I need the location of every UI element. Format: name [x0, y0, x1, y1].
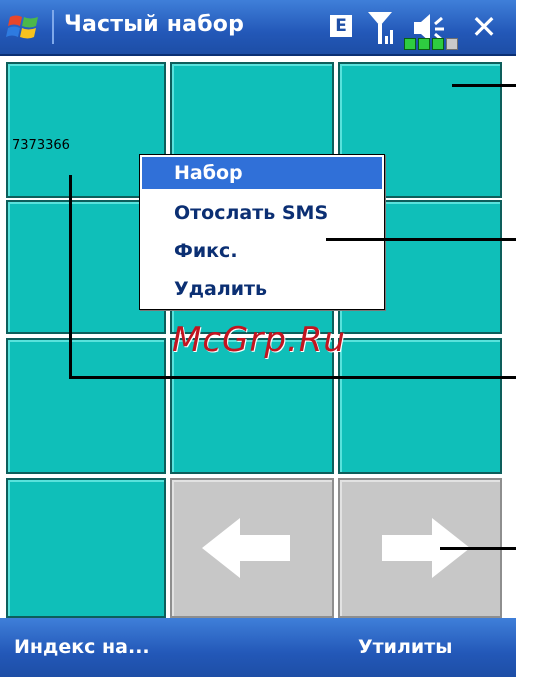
speed-dial-tile-9[interactable] [338, 338, 502, 474]
speed-dial-tile-10[interactable] [6, 478, 166, 618]
edge-indicator: E [330, 15, 352, 37]
context-menu: Набор Отослать SMS Фикс. Удалить [139, 154, 385, 310]
callout-line [440, 547, 516, 550]
signal-icon[interactable] [366, 10, 396, 46]
callout-line [69, 376, 516, 379]
watermark: McGrp.Ru [172, 320, 346, 360]
callout-line [326, 238, 516, 241]
previous-page-button[interactable] [170, 478, 334, 618]
right-softkey[interactable]: Утилиты [358, 636, 452, 658]
battery-icon [404, 38, 460, 50]
menu-item-dial[interactable]: Набор [142, 157, 382, 189]
battery-cell [404, 38, 416, 50]
left-arrow-icon [202, 518, 290, 578]
battery-cell [446, 38, 458, 50]
battery-cell [418, 38, 430, 50]
close-button[interactable]: ✕ [466, 8, 502, 46]
left-softkey[interactable]: Индекс на... [14, 636, 150, 658]
speed-dial-number: 7373366 [12, 138, 70, 153]
callout-line [69, 175, 72, 379]
speed-dial-tile-7[interactable] [6, 338, 166, 474]
softkey-bar: Индекс на... Утилиты [0, 618, 516, 677]
window-title: Частый набор [64, 12, 245, 37]
title-separator [52, 10, 54, 44]
windows-start-icon[interactable] [6, 9, 42, 45]
menu-item-send-sms[interactable]: Отослать SMS [142, 197, 382, 229]
title-bar: Частый набор E ✕ [0, 0, 516, 56]
menu-item-delete[interactable]: Удалить [142, 273, 382, 305]
callout-line [452, 84, 516, 87]
battery-cell [432, 38, 444, 50]
